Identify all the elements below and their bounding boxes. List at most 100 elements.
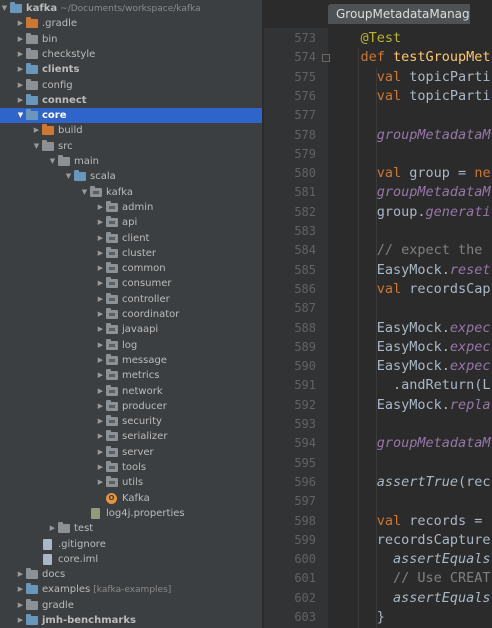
chevron-down-icon[interactable]: ▼ (16, 108, 25, 123)
code-line[interactable]: val records = (328, 512, 491, 531)
code-line[interactable]: assertTrue(rec (328, 473, 491, 492)
chevron-right-icon[interactable]: ▶ (16, 598, 25, 613)
chevron-right-icon[interactable]: ▶ (16, 16, 25, 31)
code-line[interactable]: EasyMock.expec (328, 357, 491, 376)
chevron-right-icon[interactable]: ▶ (96, 353, 105, 368)
code-line[interactable]: EasyMock.expec (328, 338, 491, 357)
tree-item-docs[interactable]: ▶ docs (0, 567, 262, 582)
tree-item-consumer[interactable]: ▶ consumer (0, 276, 262, 291)
tree-item-server[interactable]: ▶ server (0, 445, 262, 460)
chevron-right-icon[interactable]: ▶ (16, 62, 25, 77)
chevron-right-icon[interactable]: ▶ (16, 613, 25, 628)
chevron-right-icon[interactable]: ▶ (96, 399, 105, 414)
code-line[interactable]: assertEquals (328, 589, 491, 608)
tree-item-network[interactable]: ▶ network (0, 384, 262, 399)
code-line[interactable]: assertEquals (328, 550, 491, 569)
chevron-right-icon[interactable]: ▶ (96, 231, 105, 246)
chevron-right-icon[interactable]: ▶ (96, 200, 105, 215)
tree-item-test[interactable]: ▶ test (0, 521, 262, 536)
tree-item-client[interactable]: ▶ client (0, 231, 262, 246)
code-line[interactable]: val topicParti (328, 68, 491, 87)
tree-item-serializer[interactable]: ▶ serializer (0, 429, 262, 444)
tree-item-jmh-benchmarks[interactable]: ▶ jmh-benchmarks (0, 613, 262, 628)
chevron-right-icon[interactable]: ▶ (96, 414, 105, 429)
chevron-right-icon[interactable]: ▶ (96, 475, 105, 490)
fold-icon[interactable] (322, 54, 330, 63)
chevron-right-icon[interactable]: ▶ (16, 582, 25, 597)
tree-item-common[interactable]: ▶ common (0, 261, 262, 276)
code-line[interactable]: val topicParti (328, 87, 491, 106)
tree-item-core[interactable]: ▼ core (0, 108, 262, 124)
editor-tab-group-metadata-manager-test[interactable]: GroupMetadataManag (328, 4, 470, 24)
chevron-right-icon[interactable]: ▶ (16, 32, 25, 47)
tree-item-scala[interactable]: ▼ scala (0, 169, 262, 184)
tree-item-javaapi[interactable]: ▶ javaapi (0, 322, 262, 337)
code-line[interactable]: EasyMock.reset (328, 261, 491, 280)
code-line[interactable]: // expect the (328, 241, 491, 260)
chevron-right-icon[interactable]: ▶ (96, 322, 105, 337)
code-line[interactable]: EasyMock.expec (328, 319, 491, 338)
tree-item-metrics[interactable]: ▶ metrics (0, 368, 262, 383)
tree-item-bin[interactable]: ▶ bin (0, 32, 262, 47)
chevron-down-icon[interactable]: ▼ (0, 1, 9, 16)
code-line[interactable]: .andReturn(L (328, 376, 491, 395)
tree-item-examples[interactable]: ▶ examples [kafka-examples] (0, 582, 262, 597)
chevron-down-icon[interactable]: ▼ (64, 169, 73, 184)
chevron-right-icon[interactable]: ▶ (48, 521, 57, 536)
chevron-down-icon[interactable]: ▼ (32, 139, 41, 154)
tree-item-gradle[interactable]: ▶ gradle (0, 598, 262, 613)
tree-item-gitignore[interactable]: .gitignore (0, 537, 262, 552)
chevron-right-icon[interactable]: ▶ (96, 292, 105, 307)
chevron-right-icon[interactable]: ▶ (96, 246, 105, 261)
code-line[interactable]: group.generati (328, 203, 491, 222)
tree-item-core-iml[interactable]: core.iml (0, 552, 262, 567)
code-line[interactable]: // Use CREAT (328, 569, 491, 588)
tree-item-utils[interactable]: ▶ utils (0, 475, 262, 490)
chevron-right-icon[interactable]: ▶ (96, 307, 105, 322)
code-line[interactable]: def testGroupMet (328, 48, 491, 67)
chevron-down-icon[interactable]: ▼ (48, 154, 57, 169)
code-line[interactable]: groupMetadataM (328, 434, 491, 453)
tree-item-clients[interactable]: ▶ clients (0, 62, 262, 77)
tree-item-checkstyle[interactable]: ▶ checkstyle (0, 47, 262, 62)
chevron-right-icon[interactable]: ▶ (16, 567, 25, 582)
tree-item-controller[interactable]: ▶ controller (0, 292, 262, 307)
tree-item-log4j-properties[interactable]: log4j.properties (0, 506, 262, 521)
code-line[interactable]: groupMetadataM (328, 183, 491, 202)
code-line[interactable]: recordsCapture (328, 531, 491, 550)
chevron-right-icon[interactable]: ▶ (96, 445, 105, 460)
chevron-down-icon[interactable]: ▼ (80, 185, 89, 200)
tree-item-admin[interactable]: ▶ admin (0, 200, 262, 215)
tree-item-cluster[interactable]: ▶ cluster (0, 246, 262, 261)
tree-item-build[interactable]: ▶ build (0, 123, 262, 138)
chevron-right-icon[interactable]: ▶ (96, 215, 105, 230)
chevron-right-icon[interactable]: ▶ (96, 338, 105, 353)
tree-item-main[interactable]: ▼ main (0, 154, 262, 169)
tree-item-src[interactable]: ▼ src (0, 139, 262, 154)
tree-item-message[interactable]: ▶ message (0, 353, 262, 368)
tree-item-gradle-hidden[interactable]: ▶ .gradle (0, 16, 262, 31)
chevron-right-icon[interactable]: ▶ (32, 123, 41, 138)
chevron-right-icon[interactable]: ▶ (16, 78, 25, 93)
chevron-right-icon[interactable]: ▶ (16, 93, 25, 108)
code-line[interactable]: val group = ne (328, 164, 491, 183)
tree-item-api[interactable]: ▶ api (0, 215, 262, 230)
tree-item-config[interactable]: ▶ config (0, 78, 262, 93)
chevron-right-icon[interactable]: ▶ (96, 429, 105, 444)
tree-item-kafka[interactable]: ▼ kafka ~/Documents/workspace/kafka (0, 1, 262, 16)
chevron-right-icon[interactable]: ▶ (96, 460, 105, 475)
chevron-right-icon[interactable]: ▶ (16, 47, 25, 62)
tree-item-kafka-object[interactable]: O Kafka (0, 491, 262, 506)
chevron-right-icon[interactable]: ▶ (96, 261, 105, 276)
code-line[interactable]: EasyMock.repla (328, 396, 491, 415)
tree-item-security[interactable]: ▶ security (0, 414, 262, 429)
chevron-right-icon[interactable]: ▶ (96, 368, 105, 383)
tree-item-connect[interactable]: ▶ connect (0, 93, 262, 108)
code-line[interactable]: val recordsCap (328, 280, 491, 299)
chevron-right-icon[interactable]: ▶ (96, 384, 105, 399)
tree-item-kafka-package[interactable]: ▼ kafka (0, 185, 262, 200)
code-line[interactable]: groupMetadataM (328, 126, 491, 145)
code-line[interactable]: } (328, 608, 385, 627)
tree-item-tools[interactable]: ▶ tools (0, 460, 262, 475)
tree-item-log[interactable]: ▶ log (0, 338, 262, 353)
